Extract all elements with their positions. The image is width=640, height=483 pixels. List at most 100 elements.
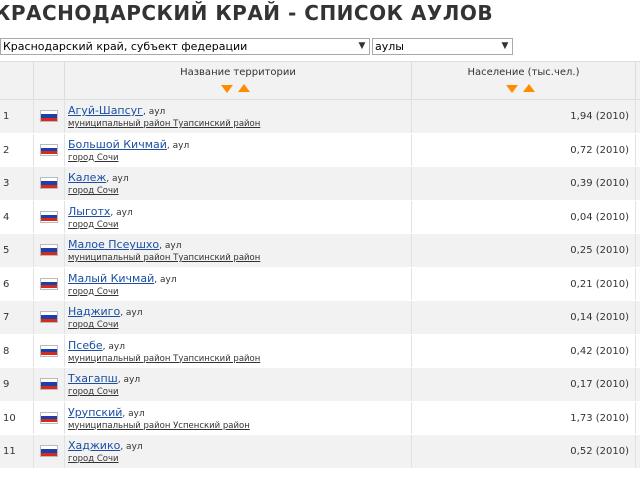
table-row: 3 Калеж, аул город Сочи 0,39 (2010) bbox=[0, 167, 640, 201]
settlement-kind: , аул bbox=[106, 174, 129, 184]
population-value: 0,21 (2010) bbox=[570, 278, 629, 290]
population-value: 0,72 (2010) bbox=[570, 144, 629, 156]
type-select-value: аулы bbox=[375, 40, 404, 53]
russia-flag-icon bbox=[40, 244, 58, 256]
russia-flag-icon bbox=[40, 411, 58, 424]
population-value: 0,14 (2010) bbox=[570, 312, 629, 323]
table-row: 10 Урупский, аул муниципальный район Усп… bbox=[0, 401, 640, 435]
settlement-kind: , аул bbox=[154, 274, 177, 285]
district-link[interactable]: муниципальный район Туапсинский район bbox=[68, 253, 260, 263]
row-number: 8 bbox=[3, 345, 10, 357]
district-link[interactable]: город Сочи bbox=[68, 387, 119, 397]
table-row: 8 Псебе, аул муниципальный район Туапсин… bbox=[0, 334, 640, 368]
header-population-cell: Население (тыс.чел.) bbox=[412, 62, 636, 100]
region-select[interactable]: Краснодарский край, субъект федерации ▼ bbox=[0, 38, 370, 55]
settlement-kind: , аул bbox=[142, 107, 166, 117]
russia-flag-icon bbox=[40, 210, 58, 223]
table-row: 11 Хаджико, аул город Сочи 0,52 (2010) bbox=[0, 435, 640, 469]
row-number: 11 bbox=[3, 446, 16, 457]
header-name-cell: Название территории bbox=[65, 62, 412, 100]
header-num-cell bbox=[0, 62, 34, 100]
district-link[interactable]: город Сочи bbox=[68, 454, 119, 464]
header-name-label: Название территории bbox=[180, 67, 296, 78]
table-row: 5 Малое Псеушхо, аул муниципальный район… bbox=[0, 234, 640, 268]
table-row: 9 Тхагапш, аул город Сочи 0,17 (2010) bbox=[0, 368, 640, 402]
russia-flag-icon bbox=[40, 143, 58, 156]
district-link[interactable]: город Сочи bbox=[68, 153, 119, 163]
row-number: 9 bbox=[3, 379, 10, 390]
russia-flag-icon bbox=[40, 344, 58, 357]
settlement-kind: , аул bbox=[110, 207, 133, 218]
russia-flag-icon bbox=[40, 277, 58, 290]
sort-desc-icon[interactable] bbox=[221, 85, 233, 93]
population-value: 0,25 (2010) bbox=[570, 245, 629, 256]
settlement-kind: , аул bbox=[122, 408, 145, 419]
settlement-link[interactable]: Большой Кичмай bbox=[68, 138, 167, 151]
row-number: 2 bbox=[3, 144, 10, 156]
settlement-kind: , аул bbox=[166, 140, 190, 151]
settlement-link[interactable]: Наджиго bbox=[68, 305, 120, 318]
settlement-link[interactable]: Урупский bbox=[68, 406, 122, 419]
page-title: КРАСНОДАРСКИЙ КРАЙ - СПИСОК АУЛОВ bbox=[0, 1, 494, 25]
name-sort-controls bbox=[221, 83, 255, 95]
settlement-link[interactable]: Тхагапш bbox=[68, 372, 118, 385]
settlement-kind: , аул bbox=[102, 341, 125, 352]
header-flag-cell bbox=[34, 62, 65, 100]
row-number: 1 bbox=[3, 111, 10, 122]
row-number: 10 bbox=[3, 412, 16, 424]
population-value: 0,42 (2010) bbox=[570, 345, 629, 357]
settlement-link[interactable]: Псебе bbox=[68, 339, 103, 352]
settlement-link[interactable]: Лыготх bbox=[68, 205, 110, 218]
row-number: 3 bbox=[3, 178, 10, 189]
district-link[interactable]: муниципальный район Туапсинский район bbox=[68, 354, 260, 364]
population-value: 0,52 (2010) bbox=[570, 446, 629, 457]
district-link[interactable]: город Сочи bbox=[68, 320, 119, 330]
population-value: 0,39 (2010) bbox=[570, 178, 629, 189]
table-row: 1 Агуй-Шапсуг, аул муниципальный район Т… bbox=[0, 100, 640, 134]
table-row: 4 Лыготх, аул город Сочи 0,04 (2010) bbox=[0, 200, 640, 234]
settlement-kind: , аул bbox=[159, 241, 182, 251]
district-link[interactable]: город Сочи bbox=[68, 220, 119, 230]
settlement-link[interactable]: Хаджико bbox=[68, 439, 120, 452]
sort-desc-icon[interactable] bbox=[506, 85, 518, 93]
table-header: Название территории Население (тыс.чел.) bbox=[0, 61, 640, 100]
russia-flag-icon bbox=[40, 445, 58, 457]
sort-asc-icon[interactable] bbox=[523, 84, 535, 92]
district-link[interactable]: город Сочи bbox=[68, 287, 119, 297]
region-select-value: Краснодарский край, субъект федерации bbox=[3, 40, 248, 53]
table-row: 7 Наджиго, аул город Сочи 0,14 (2010) bbox=[0, 301, 640, 335]
row-number: 7 bbox=[3, 312, 10, 323]
population-sort-controls bbox=[506, 83, 540, 95]
sort-asc-icon[interactable] bbox=[238, 84, 250, 92]
row-number: 6 bbox=[3, 278, 10, 290]
russia-flag-icon bbox=[40, 110, 58, 122]
population-value: 1,94 (2010) bbox=[570, 111, 629, 122]
russia-flag-icon bbox=[40, 177, 58, 189]
district-link[interactable]: город Сочи bbox=[68, 186, 119, 196]
type-select[interactable]: аулы ▼ bbox=[372, 38, 513, 55]
row-number: 5 bbox=[3, 245, 10, 256]
settlement-link[interactable]: Малый Кичмай bbox=[68, 272, 154, 285]
population-value: 1,73 (2010) bbox=[570, 412, 629, 424]
row-number: 4 bbox=[3, 211, 10, 223]
russia-flag-icon bbox=[40, 311, 58, 323]
chevron-down-icon: ▼ bbox=[358, 41, 366, 51]
filters-bar: Краснодарский край, субъект федерации ▼ … bbox=[0, 38, 640, 55]
table-body: 1 Агуй-Шапсуг, аул муниципальный район Т… bbox=[0, 100, 640, 469]
district-link[interactable]: муниципальный район Туапсинский район bbox=[68, 119, 260, 129]
settlement-kind: , аул bbox=[120, 308, 143, 318]
header-tail-cell bbox=[636, 62, 640, 100]
header-population-label: Население (тыс.чел.) bbox=[467, 67, 580, 78]
settlements-table: Название территории Население (тыс.чел.)… bbox=[0, 61, 640, 469]
population-value: 0,04 (2010) bbox=[570, 211, 629, 223]
table-row: 2 Большой Кичмай, аул город Сочи 0,72 (2… bbox=[0, 133, 640, 167]
settlement-link[interactable]: Калеж bbox=[68, 171, 106, 184]
chevron-down-icon: ▼ bbox=[501, 41, 509, 51]
settlement-kind: , аул bbox=[117, 375, 141, 385]
settlement-link[interactable]: Агуй-Шапсуг bbox=[68, 104, 143, 117]
district-link[interactable]: муниципальный район Успенский район bbox=[68, 421, 250, 431]
settlement-kind: , аул bbox=[120, 442, 143, 452]
population-value: 0,17 (2010) bbox=[570, 379, 629, 390]
settlement-link[interactable]: Малое Псеушхо bbox=[68, 238, 159, 251]
table-row: 6 Малый Кичмай, аул город Сочи 0,21 (201… bbox=[0, 267, 640, 301]
